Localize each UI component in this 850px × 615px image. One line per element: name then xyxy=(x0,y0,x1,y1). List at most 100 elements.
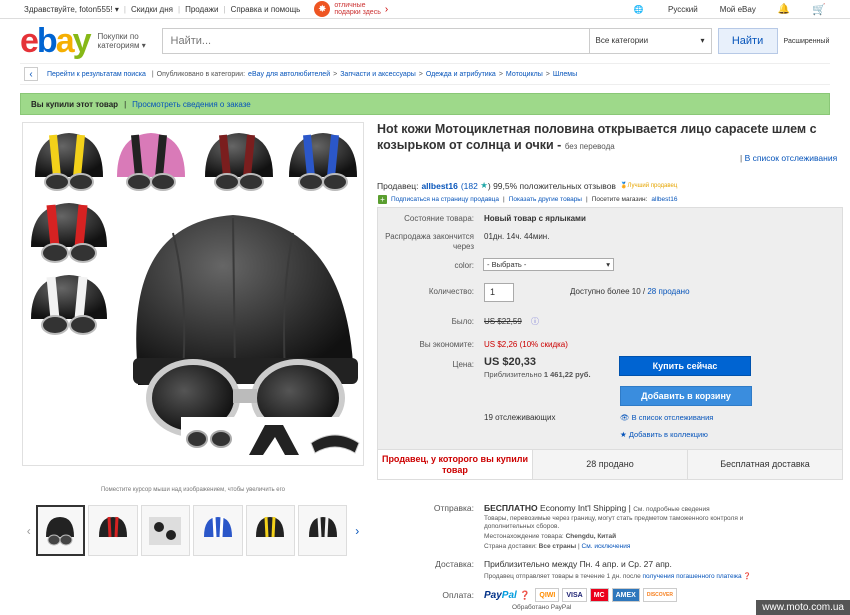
top-seller-badge: 🏅Лучший продавец xyxy=(619,183,678,189)
breadcrumb: ‹ Перейти к результатам поиска | Опублик… xyxy=(20,63,830,85)
deals-link[interactable]: Скидки дня xyxy=(131,5,173,14)
ship-value: БЕСПЛАТНО Economy Int'l Shipping | См. п… xyxy=(484,503,710,513)
item-location: Местонахождение товара: Chengdu, Китай xyxy=(484,533,617,540)
gift-promo[interactable]: ✸ отличные подарки здесь › xyxy=(314,1,388,17)
category-select[interactable]: Все категории ▾ xyxy=(588,29,711,53)
delivery-value: Приблизительно между Пн. 4 апр. и Ср. 27… xyxy=(484,559,672,569)
subscribe-link[interactable]: Подписаться на страницу продавца xyxy=(391,196,499,203)
help-icon[interactable]: ❓ xyxy=(743,573,751,580)
cart-icon[interactable]: 🛒 xyxy=(812,3,826,16)
advanced-search-link[interactable]: Расширенный xyxy=(784,38,830,45)
approx-price: Приблизительно 1 461,22 руб. xyxy=(484,370,591,379)
top-bar: Здравствуйте, foton555! ▾ | Скидки дня |… xyxy=(0,0,850,19)
bought-from-seller: Продавец, у которого вы купили товар xyxy=(378,450,533,479)
ship-label: Отправка: xyxy=(433,503,474,513)
back-arrow-icon[interactable]: ‹ xyxy=(24,67,38,81)
purchased-banner: Вы купили этот товар | Просмотреть сведе… xyxy=(20,93,830,115)
watermark: www.moto.com.ua xyxy=(756,600,850,615)
ebay-logo[interactable]: ebay xyxy=(20,22,92,61)
breadcrumb-item[interactable]: Шлемы xyxy=(553,71,577,78)
watchers-count: 19 отслеживающих xyxy=(484,413,556,422)
thumbnail[interactable] xyxy=(140,505,191,556)
amex-logo: AMEX xyxy=(611,588,640,602)
visa-logo: VISA xyxy=(562,588,587,602)
info-icon[interactable]: ⓘ xyxy=(531,316,539,327)
star-icon: ★ xyxy=(480,180,488,190)
back-to-results-link[interactable]: Перейти к результатам поиска xyxy=(47,71,146,78)
quantity-input[interactable]: 1 xyxy=(484,283,514,302)
search-input[interactable]: Найти... xyxy=(163,29,589,53)
chevron-down-icon: ▾ xyxy=(606,260,610,269)
bell-icon[interactable]: 🔔 xyxy=(778,4,790,15)
seller-links: + Подписаться на страницу продавца | Пок… xyxy=(378,195,677,204)
delivery-label: Доставка: xyxy=(435,559,474,569)
product-image[interactable] xyxy=(22,122,364,466)
breadcrumb-item[interactable]: eBay для автолюбителей xyxy=(248,71,330,78)
thumbnail[interactable] xyxy=(88,505,138,556)
color-label: color: xyxy=(454,261,474,270)
delivery-note: Продавец отправляет товары в течение 1 д… xyxy=(484,573,752,580)
user-menu[interactable]: foton555! xyxy=(79,5,112,14)
payment-label: Оплата: xyxy=(442,590,474,600)
gift-star-icon: ✸ xyxy=(314,1,331,17)
view-order-link[interactable]: Просмотреть сведения о заказе xyxy=(132,100,251,109)
search-box: Найти... Все категории ▾ xyxy=(161,28,712,54)
availability: Доступно более 10 / 28 продано xyxy=(570,287,690,296)
seller-info: Продавец: allbest16 (182 ★) 99,5% положи… xyxy=(377,180,678,191)
ship-details-link[interactable]: См. подробные сведения xyxy=(633,506,709,513)
thumbnail[interactable] xyxy=(35,505,86,556)
breadcrumb-item[interactable]: Одежда и атрибутика xyxy=(426,71,496,78)
shop-by-category[interactable]: Покупки по категориям ▾ xyxy=(98,32,158,50)
qiwi-logo: QIWI xyxy=(535,588,560,602)
seller-name-link[interactable]: allbest16 xyxy=(421,181,457,191)
store-link[interactable]: allbest16 xyxy=(651,196,677,203)
thumbnail[interactable] xyxy=(297,505,348,556)
thumb-prev-icon[interactable]: ‹ xyxy=(22,524,36,538)
eye-icon: 👁 xyxy=(620,413,630,422)
add-to-collection-link[interactable]: ★ Добавить в коллекцию xyxy=(620,430,708,439)
add-to-watch-link[interactable]: 👁 В список отслеживания xyxy=(620,413,713,422)
thumb-next-icon[interactable]: › xyxy=(350,524,364,538)
was-price: US $22,59 xyxy=(484,317,522,326)
feedback-count[interactable]: (182 xyxy=(461,181,478,191)
help-link[interactable]: Справка и помощь xyxy=(231,5,301,14)
thumbnail-strip: ‹ › xyxy=(22,503,364,558)
mastercard-logo: MC xyxy=(589,588,609,602)
color-select[interactable]: - Выбрать - ▾ xyxy=(483,258,614,271)
find-button[interactable]: Найти xyxy=(717,28,778,54)
exclusions-link[interactable]: См. исключения xyxy=(582,543,631,550)
zoom-hint: Поместите курсор мыши над изображением, … xyxy=(100,487,286,493)
plus-icon: + xyxy=(378,195,387,204)
save-label: Вы экономите: xyxy=(419,340,474,349)
payment-methods: PayPal ❓ QIWI VISA MC AMEX DISCOVER xyxy=(484,588,677,602)
paypal-processed: Обработано PayPal xyxy=(512,604,572,611)
ships-to: Страна доставки: Все страны | См. исключ… xyxy=(484,543,631,550)
globe-icon: 🌐 xyxy=(633,4,644,14)
watch-list-link[interactable]: | В список отслеживания xyxy=(740,153,837,163)
other-items-link[interactable]: Показать другие товары xyxy=(509,196,582,203)
save-value: US $2,26 (10% скидка) xyxy=(484,340,568,349)
summary-bar: Продавец, у которого вы купили товар 28 … xyxy=(378,449,842,479)
ends-label: Распродажа закончится через xyxy=(385,232,474,251)
language-selector[interactable]: 🌐 Русский xyxy=(612,5,698,14)
selling-link[interactable]: Продажи xyxy=(185,5,218,14)
thumbnail[interactable] xyxy=(193,505,243,556)
price-value: US $20,33 xyxy=(484,356,536,368)
header: ebay Покупки по категориям ▾ Найти... Вс… xyxy=(0,19,850,63)
condition-label: Состояние товара: xyxy=(404,214,474,223)
breadcrumb-item[interactable]: Запчасти и аксессуары xyxy=(340,71,416,78)
sold-link[interactable]: 28 продано xyxy=(647,287,689,296)
condition-value: Новый товар с ярлыками xyxy=(484,214,586,223)
thumbnail[interactable] xyxy=(245,505,295,556)
my-ebay-link[interactable]: Мой eBay xyxy=(720,5,756,14)
breadcrumb-item[interactable]: Мотоциклы xyxy=(506,71,543,78)
star-icon: ★ xyxy=(620,430,627,439)
buy-now-button[interactable]: Купить сейчас xyxy=(619,356,751,376)
free-shipping: Бесплатная доставка xyxy=(720,459,810,469)
add-to-cart-button[interactable]: Добавить в корзину xyxy=(620,386,752,406)
ends-value: 01дн. 14ч. 44мин. xyxy=(484,232,550,241)
helmet-image xyxy=(31,133,361,463)
bought-label: Вы купили этот товар xyxy=(31,99,119,109)
payment-link[interactable]: получения погашенного платежа xyxy=(643,573,742,580)
question-icon[interactable]: ❓ xyxy=(520,590,531,601)
